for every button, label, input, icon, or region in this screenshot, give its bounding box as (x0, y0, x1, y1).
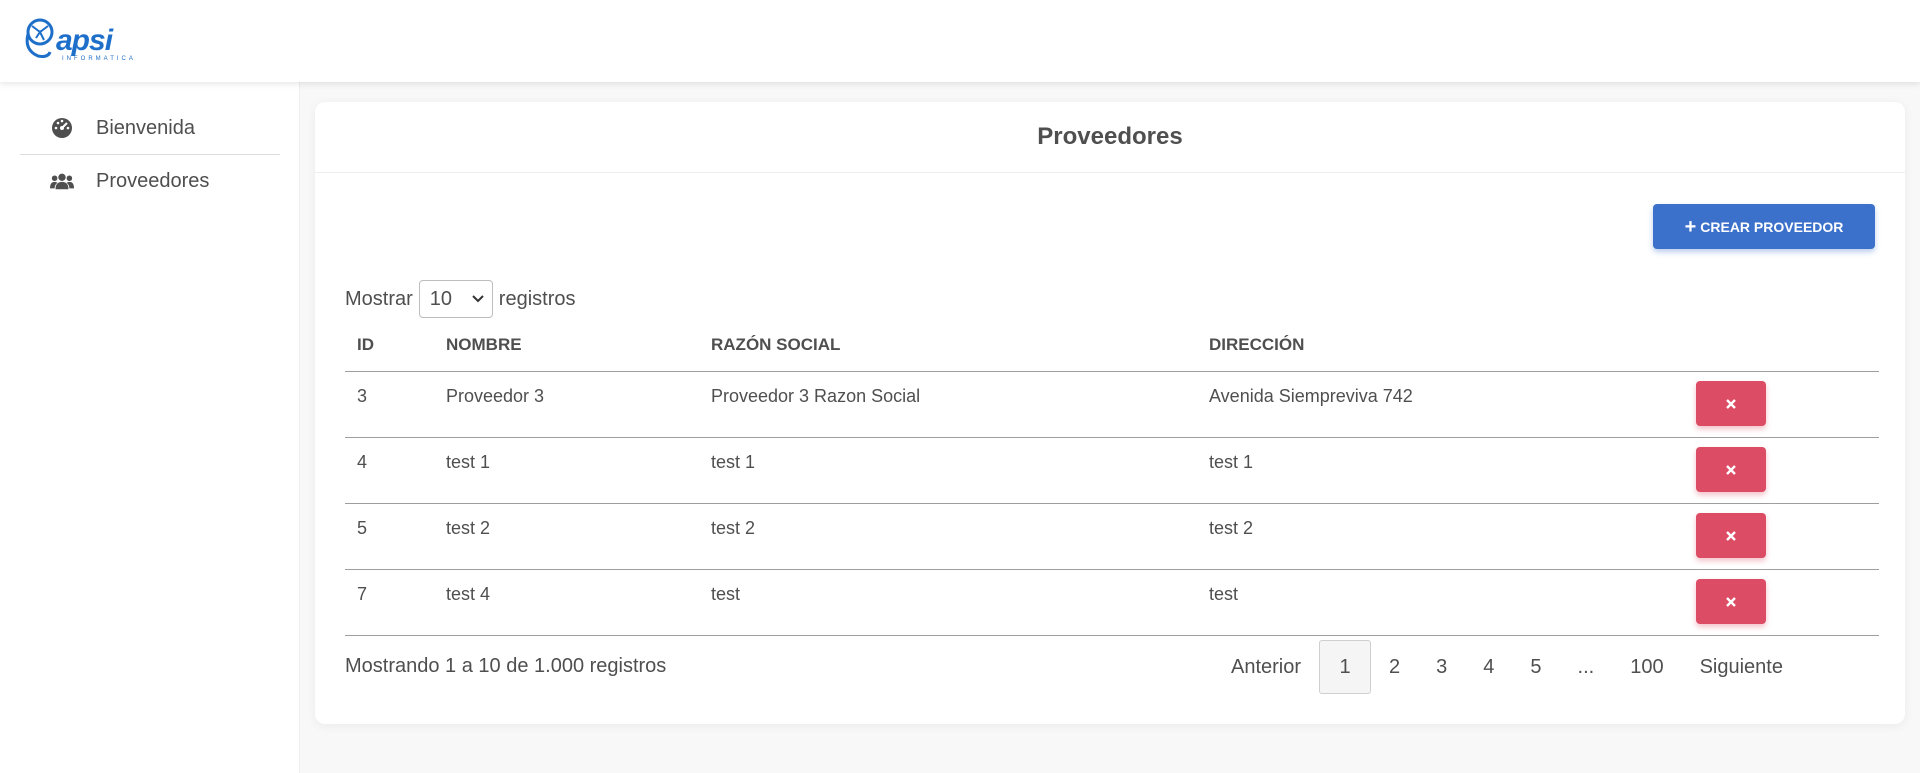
cell-nombre: test 4 (446, 584, 491, 604)
create-proveedor-button[interactable]: + CREAR PROVEEDOR (1653, 204, 1875, 249)
pagination-page-3[interactable]: 3 (1418, 640, 1465, 694)
column-header-nombre[interactable]: NOMBRE (446, 335, 522, 355)
entries-length-control: Mostrar 10 registros (345, 280, 576, 318)
pagination-next[interactable]: Siguiente (1682, 640, 1801, 694)
table-info-text: Mostrando 1 a 10 de 1.000 registros (345, 655, 667, 677)
close-icon (1726, 596, 1736, 607)
chevron-down-icon (472, 295, 484, 303)
sidebar-item-label: Bienvenida (96, 116, 195, 139)
pagination-page-100[interactable]: 100 (1612, 640, 1681, 694)
cell-nombre: test 2 (446, 518, 491, 538)
table-row: 4 test 1 test 1 test 1 (345, 438, 1879, 504)
close-icon (1726, 398, 1736, 409)
entries-prefix: Mostrar (345, 287, 413, 310)
column-header-razon-social[interactable]: RAZÓN SOCIAL (711, 335, 840, 355)
users-group-icon (50, 169, 74, 193)
cell-direccion: test (1209, 584, 1239, 604)
pagination-page-5[interactable]: 5 (1512, 640, 1559, 694)
cell-nombre: Proveedor 3 (446, 386, 545, 406)
plus-icon: + (1684, 215, 1697, 238)
close-icon (1726, 530, 1736, 541)
pagination-page-4[interactable]: 4 (1465, 640, 1512, 694)
cell-id: 4 (357, 452, 368, 472)
delete-row-button[interactable] (1696, 579, 1766, 624)
cell-razon-social: test 2 (711, 518, 756, 538)
entries-select[interactable]: 10 (418, 280, 493, 318)
table-row: 7 test 4 test test (345, 570, 1879, 636)
delete-row-button[interactable] (1696, 513, 1766, 558)
cell-nombre: test 1 (446, 452, 491, 472)
pagination: Anterior 1 2 3 4 5 ... 100 Siguiente (1213, 640, 1801, 694)
create-proveedor-label: CREAR PROVEEDOR (1700, 218, 1844, 235)
cell-id: 7 (357, 584, 368, 604)
table-row: 5 test 2 test 2 test 2 (345, 504, 1879, 570)
cell-razon-social: Proveedor 3 Razon Social (711, 386, 921, 406)
cell-razon-social: test 1 (711, 452, 756, 472)
cell-direccion: test 1 (1209, 452, 1254, 472)
logo-text: apsi (56, 24, 113, 57)
column-header-direccion[interactable]: DIRECCIÓN (1209, 335, 1304, 355)
entries-select-value: 10 (429, 287, 453, 310)
page-title: Proveedores (1037, 123, 1183, 150)
entries-suffix: registros (498, 287, 576, 310)
column-header-id[interactable]: ID (357, 335, 374, 355)
pagination-page-2[interactable]: 2 (1371, 640, 1418, 694)
close-icon (1726, 464, 1736, 475)
logo-subtext: INFORMATICA (62, 56, 136, 62)
sidebar-item-label: Proveedores (96, 169, 210, 192)
sidebar-item-proveedores[interactable]: Proveedores (20, 155, 280, 207)
cell-id: 5 (357, 518, 368, 538)
sidebar-item-bienvenida[interactable]: Bienvenida (20, 102, 280, 154)
card-header: Proveedores (315, 102, 1905, 173)
pagination-prev[interactable]: Anterior (1213, 640, 1319, 694)
cell-direccion: Avenida Siempreviva 742 (1209, 386, 1413, 406)
cell-id: 3 (357, 386, 368, 406)
pagination-ellipsis: ... (1577, 655, 1595, 678)
cell-razon-social: test (711, 584, 741, 604)
proveedores-card: Proveedores + CREAR PROVEEDOR Mostrar 10… (315, 102, 1905, 724)
dashboard-gauge-icon (50, 116, 74, 140)
pagination-page-1[interactable]: 1 (1319, 640, 1372, 694)
top-navbar: apsi INFORMATICA (0, 0, 1920, 82)
table-header-row: ID NOMBRE RAZÓN SOCIAL DIRECCIÓN (345, 324, 1879, 372)
table-row: 3 Proveedor 3 Proveedor 3 Razon Social A… (345, 372, 1879, 438)
delete-row-button[interactable] (1696, 381, 1766, 426)
delete-row-button[interactable] (1696, 447, 1766, 492)
proveedores-table: ID NOMBRE RAZÓN SOCIAL DIRECCIÓN 3 Prove… (345, 324, 1879, 636)
cell-direccion: test 2 (1209, 518, 1254, 538)
brand-logo[interactable]: apsi INFORMATICA (22, 14, 133, 70)
sidebar: Bienvenida Proveedores (0, 82, 300, 773)
